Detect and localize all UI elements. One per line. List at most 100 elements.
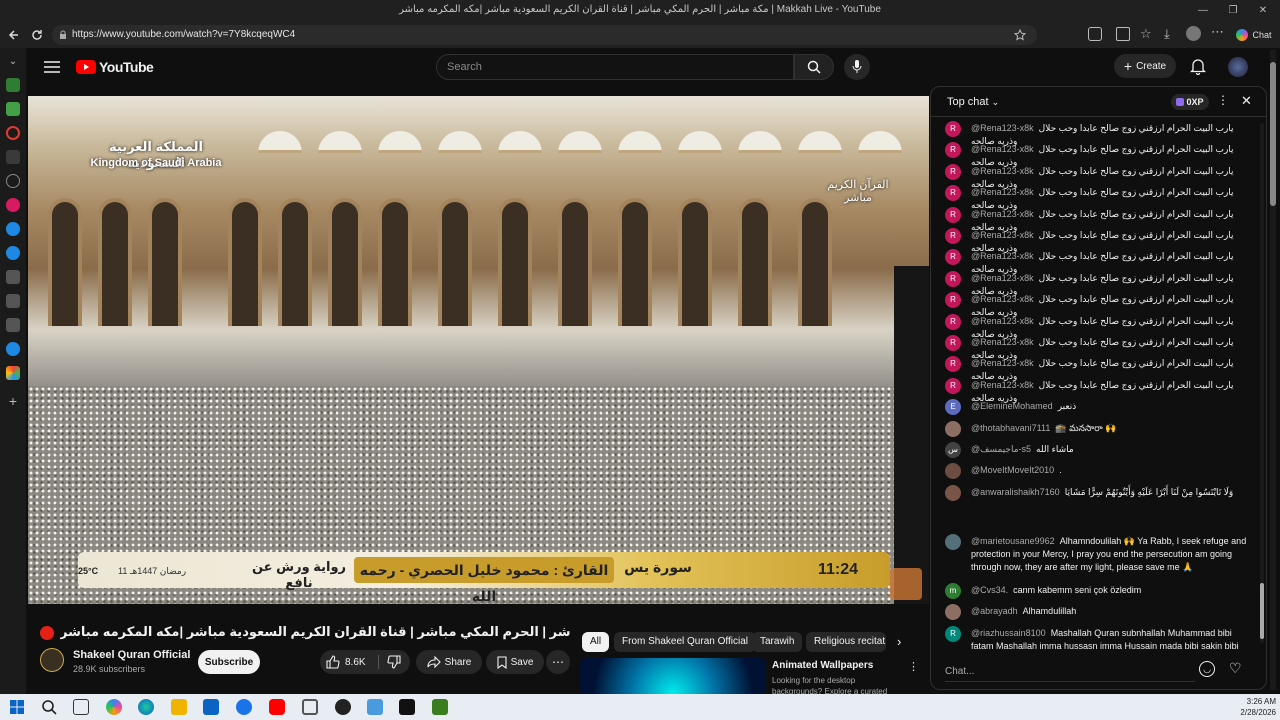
- notifications-bell-icon[interactable]: [1190, 58, 1206, 75]
- chat-author-name[interactable]: @Rena123-x8k: [971, 337, 1034, 347]
- taskbar-app-icon[interactable]: [236, 699, 252, 715]
- sidebar-audio-icon[interactable]: [6, 150, 20, 164]
- edge-taskbar-icon[interactable]: [138, 699, 154, 715]
- copilot-taskbar-icon[interactable]: [106, 699, 122, 715]
- chat-author-name[interactable]: @Rena123-x8k: [971, 380, 1034, 390]
- split-screen-icon[interactable]: [1116, 27, 1130, 41]
- emoji-icon[interactable]: ◡: [1199, 661, 1215, 677]
- xp-badge[interactable]: 0XP: [1171, 94, 1209, 110]
- sidebar-collapse-icon[interactable]: ⌄: [6, 56, 20, 70]
- copilot-chat-button[interactable]: Chat: [1232, 25, 1276, 45]
- heart-icon[interactable]: ♡: [1229, 660, 1242, 677]
- chips-next-icon[interactable]: ›: [897, 634, 901, 649]
- chat-scrollbar-track[interactable]: [1260, 123, 1264, 643]
- chip-tarawih[interactable]: Tarawih: [752, 632, 803, 652]
- store-icon[interactable]: [203, 699, 219, 715]
- search-button[interactable]: [794, 54, 834, 80]
- chat-author-name[interactable]: @Rena123-x8k: [971, 123, 1034, 133]
- chat-author-name[interactable]: @marietousane9962: [971, 536, 1055, 546]
- chat-author-avatar[interactable]: R: [945, 249, 961, 266]
- create-button[interactable]: + Create: [1114, 54, 1176, 78]
- more-actions-button[interactable]: ⋯: [546, 650, 570, 674]
- chat-author-avatar[interactable]: R: [945, 206, 961, 223]
- chat-scrollbar-thumb[interactable]: [1260, 583, 1264, 639]
- downloads-icon[interactable]: ⤓: [1164, 26, 1170, 42]
- maximize-icon[interactable]: ❐: [1226, 4, 1240, 18]
- chat-author-name[interactable]: @Rena123-x8k: [971, 294, 1034, 304]
- taskbar-app-icon[interactable]: [399, 699, 415, 715]
- chat-author-avatar[interactable]: R: [945, 270, 961, 287]
- chat-author-name[interactable]: @Rena123-x8k: [971, 209, 1034, 219]
- chat-author-name[interactable]: @abrayadh: [971, 606, 1018, 616]
- file-explorer-icon[interactable]: [171, 699, 187, 715]
- hamburger-menu-icon[interactable]: [44, 60, 60, 74]
- chat-more-icon[interactable]: ⋮: [1217, 93, 1229, 107]
- sidebar-app-icon[interactable]: [6, 198, 20, 212]
- chat-author-name[interactable]: @riazhussain8100: [971, 628, 1046, 638]
- chat-author-avatar[interactable]: R: [945, 185, 961, 202]
- chat-author-avatar[interactable]: E: [945, 399, 961, 416]
- chat-author-avatar[interactable]: R: [945, 163, 961, 180]
- chat-author-name[interactable]: @Rena123-x8k: [971, 273, 1034, 283]
- chat-author-avatar[interactable]: [945, 463, 961, 480]
- chat-author-name[interactable]: @Rena123-x8k: [971, 316, 1034, 326]
- chat-author-avatar[interactable]: R: [945, 377, 961, 394]
- chat-author-avatar[interactable]: [945, 420, 961, 437]
- chip-all[interactable]: All: [582, 632, 610, 652]
- back-icon[interactable]: [6, 27, 22, 43]
- chat-author-avatar[interactable]: m: [945, 582, 961, 599]
- recommendation-more-icon[interactable]: ⋮: [908, 660, 919, 673]
- sidebar-record-icon[interactable]: [6, 126, 20, 140]
- taskbar-clock[interactable]: 3:26 AM 2/28/2026: [1222, 696, 1276, 718]
- chat-author-name[interactable]: @Rena123-x8k: [971, 251, 1034, 261]
- like-button[interactable]: 8.6K: [326, 650, 366, 674]
- chat-author-name[interactable]: @Rena123-x8k: [971, 230, 1034, 240]
- chat-author-avatar[interactable]: [945, 533, 961, 550]
- more-menu-icon[interactable]: ⋯: [1211, 24, 1224, 40]
- page-scrollbar-thumb[interactable]: [1270, 62, 1276, 206]
- recommendation-title[interactable]: Animated Wallpapers: [772, 660, 873, 671]
- reload-icon[interactable]: [29, 27, 45, 43]
- sidebar-add-icon[interactable]: +: [6, 394, 20, 408]
- chat-author-name[interactable]: @Rena123-x8k: [971, 187, 1034, 197]
- address-bar[interactable]: https://www.youtube.com/watch?v=7Y8kcqeq…: [52, 25, 1037, 45]
- chat-author-avatar[interactable]: R: [945, 121, 961, 137]
- chat-author-name[interactable]: @EleminеMohamed: [971, 401, 1053, 411]
- save-button[interactable]: Save: [486, 650, 544, 674]
- chat-author-name[interactable]: @Cvs34.: [971, 585, 1008, 595]
- recommendation-thumbnail[interactable]: [580, 658, 766, 694]
- chat-author-avatar[interactable]: س: [945, 442, 961, 458]
- chat-author-name[interactable]: @anwaralishaikh7160: [971, 487, 1060, 497]
- sidebar-app-icon[interactable]: [6, 222, 20, 236]
- chat-author-name[interactable]: @MoveItMoveIt2010: [971, 465, 1054, 475]
- chat-author-avatar[interactable]: R: [945, 356, 961, 373]
- minimize-icon[interactable]: —: [1196, 4, 1210, 18]
- sidebar-app-icon[interactable]: [6, 318, 20, 332]
- dislike-button[interactable]: [382, 650, 406, 674]
- task-view-icon[interactable]: [73, 699, 89, 715]
- chat-author-avatar[interactable]: R: [945, 625, 961, 642]
- channel-avatar[interactable]: [40, 648, 64, 672]
- sidebar-app-icon[interactable]: [6, 270, 20, 284]
- chat-mode-dropdown[interactable]: Top chat ⌄: [947, 96, 999, 108]
- favorites-icon[interactable]: ☆: [1140, 26, 1152, 42]
- sidebar-app-icon[interactable]: [6, 366, 20, 380]
- chat-author-avatar[interactable]: [945, 604, 961, 621]
- sidebar-app-icon[interactable]: [6, 102, 20, 116]
- chat-input[interactable]: [945, 662, 1195, 682]
- chat-author-name[interactable]: @thotabhavani7111: [971, 423, 1050, 433]
- sidebar-app-icon[interactable]: [6, 78, 20, 92]
- chat-author-avatar[interactable]: R: [945, 142, 961, 159]
- search-input[interactable]: Search: [436, 54, 794, 80]
- chat-close-icon[interactable]: ✕: [1241, 93, 1252, 109]
- voice-search-button[interactable]: [844, 54, 870, 80]
- chat-author-name[interactable]: @Rena123-x8k: [971, 144, 1034, 154]
- sidebar-app-icon[interactable]: [6, 342, 20, 356]
- chat-author-avatar[interactable]: R: [945, 292, 961, 309]
- windows-start-icon[interactable]: [9, 699, 25, 715]
- share-button[interactable]: Share: [416, 650, 482, 674]
- youtube-logo[interactable]: YouTube: [76, 59, 154, 75]
- youtube-taskbar-icon[interactable]: [269, 699, 285, 715]
- profile-avatar[interactable]: [1186, 26, 1201, 41]
- chip-from-channel[interactable]: From Shakeel Quran Official: [614, 632, 756, 652]
